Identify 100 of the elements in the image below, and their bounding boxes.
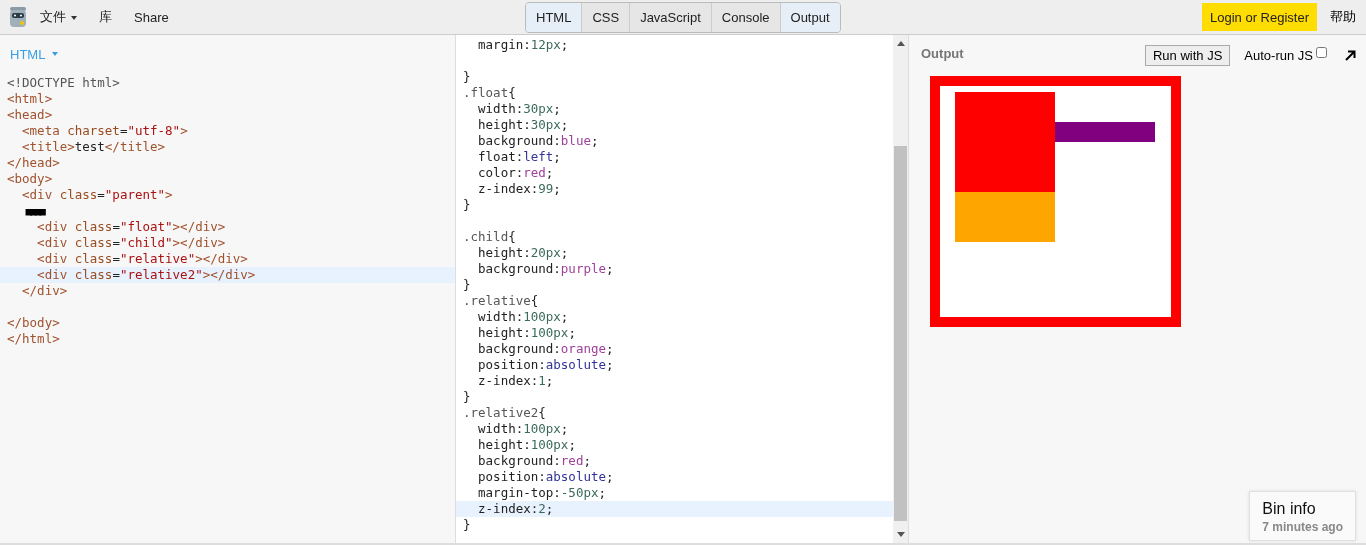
- code-text: ;: [606, 357, 614, 372]
- code-text: =: [112, 251, 120, 266]
- code-tag: ></div>: [172, 235, 226, 250]
- code-text: {: [538, 405, 546, 420]
- code-tag: ></div>: [195, 251, 248, 266]
- code-selector: .float: [463, 85, 509, 100]
- code-text: ;: [606, 341, 614, 356]
- code-text: ;: [553, 149, 561, 164]
- code-text: :: [515, 421, 524, 436]
- code-text: test: [74, 139, 105, 154]
- autorun-checkbox[interactable]: [1316, 46, 1327, 58]
- code-doctype: <!DOCTYPE html>: [7, 75, 120, 90]
- code-text: :: [523, 437, 531, 452]
- code-number: 2: [538, 501, 546, 516]
- code-text: :: [523, 325, 531, 340]
- code-tag: ></div>: [202, 267, 256, 282]
- login-button[interactable]: Login or Register: [1202, 3, 1317, 31]
- code-tag: <div: [7, 251, 68, 266]
- scrollbar[interactable]: [893, 35, 908, 543]
- code-property: z-index: [477, 373, 531, 388]
- code-number: 100px: [523, 421, 561, 436]
- code-text: :: [553, 453, 561, 468]
- code-text: ;: [568, 325, 576, 340]
- code-text: :: [523, 37, 531, 52]
- code-string: "parent": [104, 187, 166, 202]
- code-string: "float": [119, 219, 173, 234]
- help-link[interactable]: 帮助: [1323, 8, 1366, 26]
- arrow-icon[interactable]: [1345, 49, 1356, 61]
- code-property: margin-top: [477, 485, 554, 500]
- code-attribute: charset: [66, 123, 120, 138]
- bin-info-title: Bin info: [1262, 500, 1317, 518]
- special-characters: ■■■■: [24, 205, 44, 218]
- code-keyword: red: [523, 165, 546, 180]
- code-text: :: [515, 101, 524, 116]
- menu-item[interactable]: 文件: [40, 8, 77, 26]
- code-property: position: [477, 469, 539, 484]
- panel-tab[interactable]: CSS: [582, 3, 631, 32]
- code-selector: .child: [463, 229, 509, 244]
- code-string: "child": [119, 235, 173, 250]
- bin-info-card[interactable]: Bin info 7 minutes ago: [1249, 491, 1356, 541]
- code-property: z-index: [477, 181, 531, 196]
- code-number: 100px: [530, 325, 569, 340]
- code-text: ;: [560, 117, 569, 132]
- code-number: 30px: [523, 101, 554, 116]
- code-number: 30px: [530, 117, 561, 132]
- code-number: -50px: [560, 485, 599, 500]
- code-property: margin: [477, 37, 524, 52]
- panel-tab[interactable]: Output: [780, 3, 840, 32]
- code-property: background: [477, 261, 554, 276]
- code-text: ;: [545, 165, 554, 180]
- code-text: =: [119, 123, 128, 138]
- code-property: height: [477, 437, 524, 452]
- code-text: ;: [590, 133, 599, 148]
- code-tag: </body>: [7, 315, 60, 330]
- code-text: ;: [560, 37, 569, 52]
- code-text: ;: [545, 373, 554, 388]
- code-text: ;: [553, 181, 561, 196]
- menu-item[interactable]: 库: [99, 8, 112, 26]
- code-number: 100px: [523, 309, 561, 324]
- code-text: :: [553, 261, 561, 276]
- panel-tab[interactable]: HTML: [526, 3, 583, 32]
- code-tag: </div>: [7, 283, 68, 298]
- code-text: =: [112, 219, 120, 234]
- code-tag: <title>: [7, 139, 75, 154]
- code-property: float: [477, 149, 516, 164]
- code-tag: <meta: [7, 123, 60, 138]
- code-keyword: absolute: [545, 357, 606, 372]
- code-text: ;: [560, 421, 569, 436]
- code-text: :: [553, 133, 561, 148]
- code-text: ;: [560, 309, 569, 324]
- code-tag: >: [165, 187, 173, 202]
- code-number: 99: [538, 181, 554, 196]
- panel-tab[interactable]: Console: [711, 3, 781, 32]
- jar-logo-icon[interactable]: [9, 6, 27, 28]
- panel-tab[interactable]: JavaScript: [630, 3, 712, 32]
- code-text: :: [538, 469, 546, 484]
- code-text: {: [508, 85, 516, 100]
- menu-item[interactable]: Share: [134, 9, 169, 25]
- code-selector: .relative: [463, 293, 531, 308]
- code-text: :: [523, 117, 531, 132]
- code-keyword: orange: [560, 341, 606, 356]
- code-selector: .relative2: [463, 405, 539, 420]
- code-attribute: class: [73, 267, 113, 282]
- code-text: }: [463, 389, 471, 404]
- code-text: :: [515, 309, 524, 324]
- code-text: }: [463, 69, 471, 84]
- code-text: ;: [606, 261, 614, 276]
- code-tag: </head>: [7, 155, 60, 170]
- scroll-up-icon[interactable]: [896, 41, 905, 46]
- code-property: height: [477, 245, 524, 260]
- code-text: ;: [560, 245, 569, 260]
- code-attribute: class: [58, 187, 98, 202]
- code-number: 20px: [530, 245, 561, 260]
- run-button[interactable]: Run with JS: [1144, 44, 1231, 66]
- code-text: {: [508, 229, 516, 244]
- code-property: width: [477, 101, 516, 116]
- code-keyword: absolute: [545, 469, 606, 484]
- scroll-down-icon[interactable]: [896, 532, 905, 537]
- code-string: "relative2": [119, 267, 203, 282]
- code-tag: <head>: [7, 107, 53, 122]
